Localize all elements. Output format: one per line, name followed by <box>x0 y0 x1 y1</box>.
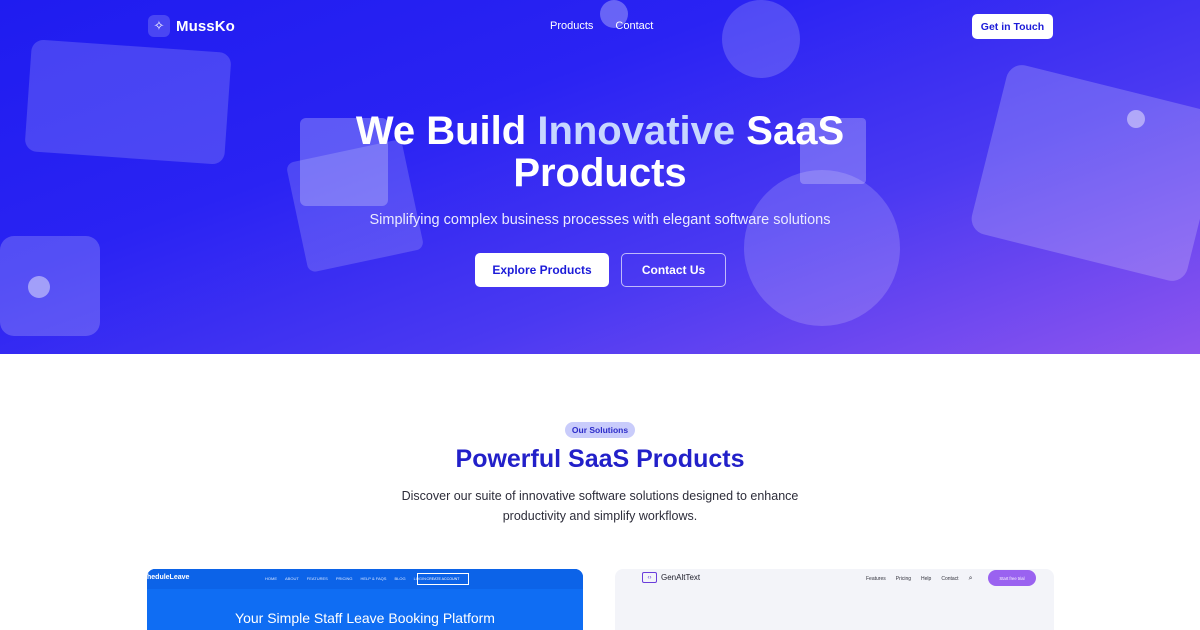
decorative-dot <box>28 276 50 298</box>
explore-products-button[interactable]: Explore Products <box>475 253 609 287</box>
section-title: Powerful SaaS Products <box>455 445 745 473</box>
hero-subtitle: Simplifying complex business processes w… <box>369 212 831 228</box>
card-preview-nav-link: PRICING <box>335 576 353 581</box>
card-preview-nav-link: Help <box>921 576 932 582</box>
brand-name: MussKo <box>176 17 235 35</box>
hero-title-part1: We Build <box>355 109 538 153</box>
card-preview-nav-link: Contact <box>941 576 959 582</box>
decorative-dot <box>1127 110 1145 128</box>
card-preview-nav-link: HELP & FAQS <box>360 576 387 581</box>
card-preview-nav-link: Features <box>866 576 886 582</box>
product-card-scheduleleave[interactable]: heduleLeave HOME ABOUT FEATURES PRICING … <box>147 569 583 630</box>
section-description: Discover our suite of innovative softwar… <box>401 489 799 523</box>
card-preview-nav-link: HOME <box>265 576 277 581</box>
card-preview-headline: Your Simple Staff Leave Booking Platform <box>235 610 495 626</box>
page: ✧ MussKo Products Contact Get in Touch W… <box>0 0 1200 630</box>
card-preview-nav-links: HOME ABOUT FEATURES PRICING HELP & FAQS … <box>265 576 426 581</box>
code-icon: ‹› <box>642 572 657 583</box>
decorative-shape <box>24 39 232 165</box>
main-nav: Products Contact <box>550 20 653 32</box>
hero-title-highlight: Innovative <box>537 109 736 153</box>
decorative-circle <box>722 0 800 78</box>
card-preview-logo: heduleLeave <box>147 574 190 581</box>
card-preview-brand: GenAltText <box>661 573 701 582</box>
hero-title: We Build Innovative SaaS Products <box>300 110 900 194</box>
card-preview-nav-link: ABOUT <box>285 576 299 581</box>
card-preview-create-account-button: CREATE ACCOUNT <box>417 573 469 585</box>
search-icon: ⌕ <box>968 575 973 582</box>
decorative-shape <box>968 61 1200 285</box>
card-preview-nav-link: Pricing <box>895 576 912 582</box>
card-preview-nav-link: BLOG <box>394 576 406 581</box>
nav-link-contact[interactable]: Contact <box>615 20 653 32</box>
decorative-shape <box>0 236 100 336</box>
contact-us-button[interactable]: Contact Us <box>621 253 726 287</box>
card-preview-nav-links: Features Pricing Help Contact ⌕ <box>866 575 972 583</box>
product-card-genalttext[interactable]: ‹› GenAltText Features Pricing Help Cont… <box>615 569 1054 630</box>
section-badge: Our Solutions <box>565 422 635 438</box>
card-preview-nav-link: FEATURES <box>306 576 328 581</box>
brand-logo[interactable]: ✧ MussKo <box>148 15 235 37</box>
card-preview-start-trial-button: Start free trial <box>988 570 1036 586</box>
sparkle-icon: ✧ <box>148 15 170 37</box>
get-in-touch-button[interactable]: Get in Touch <box>972 14 1053 39</box>
card-preview-navbar: heduleLeave HOME ABOUT FEATURES PRICING … <box>147 569 583 589</box>
card-preview-logo: ‹› GenAltText <box>642 572 700 583</box>
nav-link-products[interactable]: Products <box>550 20 593 32</box>
hero-section: ✧ MussKo Products Contact Get in Touch W… <box>0 0 1200 354</box>
